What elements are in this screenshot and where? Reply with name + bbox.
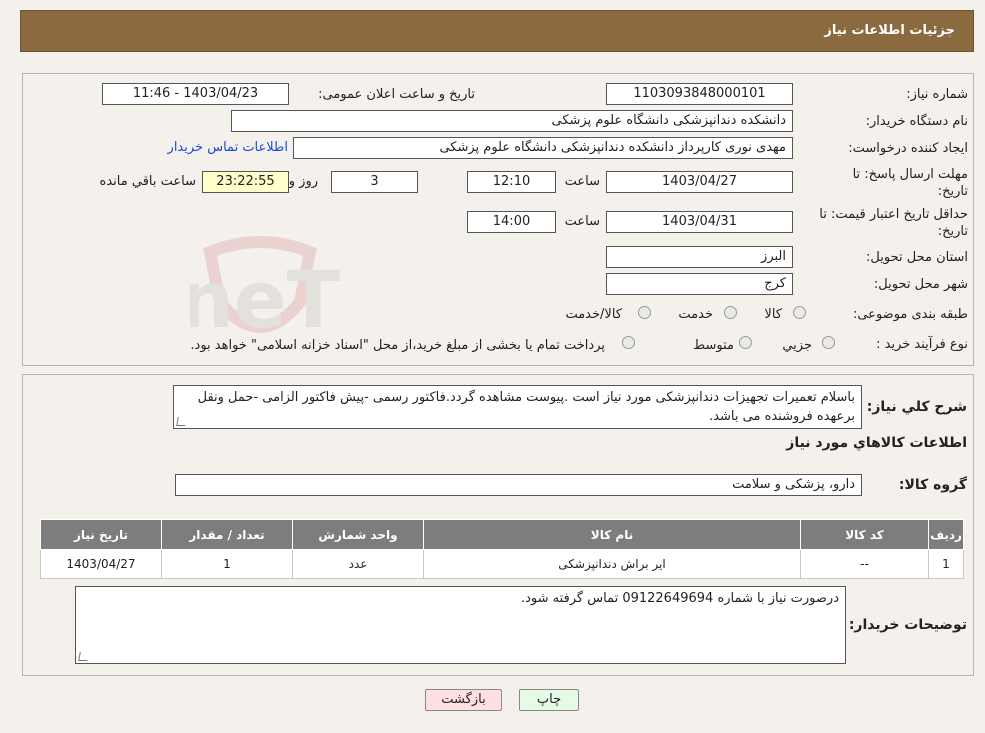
table-header-row: ردیف کد کالا نام کالا واحد شمارش تعداد /…: [40, 519, 964, 550]
remaining-time-label: ساعت باقي مانده: [99, 174, 196, 189]
resize-grip-icon[interactable]: [78, 652, 89, 661]
city-field: کرج: [606, 273, 793, 295]
days-remaining-field: 3: [331, 171, 418, 193]
buyer-notes-textarea[interactable]: درصورت نیاز با شماره 09122649694 تماس گر…: [75, 586, 846, 664]
deadline-time-label: ساعت: [564, 174, 600, 189]
category-radio-goods-service[interactable]: [638, 306, 651, 319]
announce-datetime-field: 1403/04/23 - 11:46: [102, 83, 289, 105]
deadline-label-date: تاریخ:: [937, 184, 968, 199]
goods-group-label: گروه کالا:: [898, 477, 967, 493]
buyer-notes-text: درصورت نیاز با شماره 09122649694 تماس گر…: [520, 591, 839, 606]
resize-grip-icon[interactable]: [176, 417, 187, 426]
buyer-org-label: نام دستگاه خریدار:: [865, 114, 968, 129]
buyer-contact-link[interactable]: اطلاعات تماس خریدار: [168, 140, 288, 155]
category-option-service: خدمت: [678, 307, 713, 322]
process-checkbox-treasury[interactable]: [622, 336, 635, 349]
cell-quantity: 1: [161, 549, 293, 579]
remaining-time-field: 23:22:55: [202, 171, 289, 193]
items-table-wrap: ردیف کد کالا نام کالا واحد شمارش تعداد /…: [40, 519, 964, 579]
table-row: 1 -- ایر براش دندانپزشکی عدد 1 1403/04/2…: [40, 549, 964, 579]
validity-label: حداقل تاریخ اعتبار قیمت: تا: [819, 207, 968, 222]
col-unit-header: واحد شمارش: [292, 519, 424, 550]
goods-section-title: اطلاعات کالاهاي مورد نیاز: [786, 435, 967, 451]
need-number-label: شماره نیاز:: [906, 87, 968, 102]
validity-label-date: تاریخ:: [937, 224, 968, 239]
announce-label: تاریخ و ساعت اعلان عمومی:: [318, 87, 475, 102]
province-field: البرز: [606, 246, 793, 268]
category-radio-goods[interactable]: [793, 306, 806, 319]
city-label: شهر محل تحویل:: [873, 277, 968, 292]
col-code-header: کد کالا: [800, 519, 929, 550]
category-label: طبقه بندی موضوعی:: [852, 307, 968, 322]
buyer-notes-label: توضیحات خریدار:: [848, 617, 967, 633]
col-date-header: تاریخ نیاز: [40, 519, 162, 550]
back-button[interactable]: بازگشت: [425, 689, 502, 711]
description-textarea[interactable]: باسلام تعمیرات تجهیزات دندانپزشکی مورد ن…: [173, 385, 862, 429]
items-table: ردیف کد کالا نام کالا واحد شمارش تعداد /…: [40, 519, 964, 579]
cell-date: 1403/04/27: [40, 549, 162, 579]
validity-date-field: 1403/04/31: [606, 211, 793, 233]
deadline-date-field: 1403/04/27: [606, 171, 793, 193]
col-name-header: نام کالا: [423, 519, 801, 550]
cell-unit: عدد: [292, 549, 424, 579]
buyer-org-field: دانشکده دندانپزشکی دانشگاه علوم پزشکی: [231, 110, 793, 132]
validity-time-label: ساعت: [564, 214, 600, 229]
need-number-field: 1103093848000101: [606, 83, 793, 105]
description-text: باسلام تعمیرات تجهیزات دندانپزشکی مورد ن…: [197, 390, 855, 424]
goods-group-field: دارو، پزشکی و سلامت: [175, 474, 862, 496]
category-radio-service[interactable]: [724, 306, 737, 319]
process-option-medium: متوسط: [693, 338, 734, 353]
description-label: شرح کلي نیاز:: [866, 399, 967, 415]
page-title: جزئیات اطلاعات نیاز: [824, 23, 955, 38]
creator-label: ایجاد کننده درخواست:: [848, 141, 968, 156]
process-radio-medium[interactable]: [739, 336, 752, 349]
deadline-time-field: 12:10: [467, 171, 556, 193]
process-radio-minor[interactable]: [822, 336, 835, 349]
print-button[interactable]: چاپ: [519, 689, 579, 711]
category-option-goods: کالا: [764, 307, 782, 322]
process-option-minor: جزیي: [782, 338, 812, 353]
province-label: استان محل تحویل:: [866, 250, 968, 265]
category-option-goods-service: کالا/خدمت: [565, 307, 622, 322]
days-label: روز و: [288, 174, 318, 189]
col-row-header: ردیف: [928, 519, 964, 550]
creator-field: مهدی نوری کارپرداز دانشکده دندانپزشکی دا…: [293, 137, 793, 159]
process-treasury-note: پرداخت تمام یا بخشی از مبلغ خرید،از محل …: [190, 338, 605, 353]
process-label: نوع فرآیند خرید :: [876, 337, 968, 352]
col-quantity-header: تعداد / مقدار: [161, 519, 293, 550]
cell-code: --: [800, 549, 929, 579]
validity-time-field: 14:00: [467, 211, 556, 233]
cell-name: ایر براش دندانپزشکی: [423, 549, 801, 579]
page-header: جزئیات اطلاعات نیاز: [20, 10, 974, 52]
deadline-label: مهلت ارسال پاسخ: تا: [852, 167, 968, 182]
cell-row: 1: [928, 549, 964, 579]
